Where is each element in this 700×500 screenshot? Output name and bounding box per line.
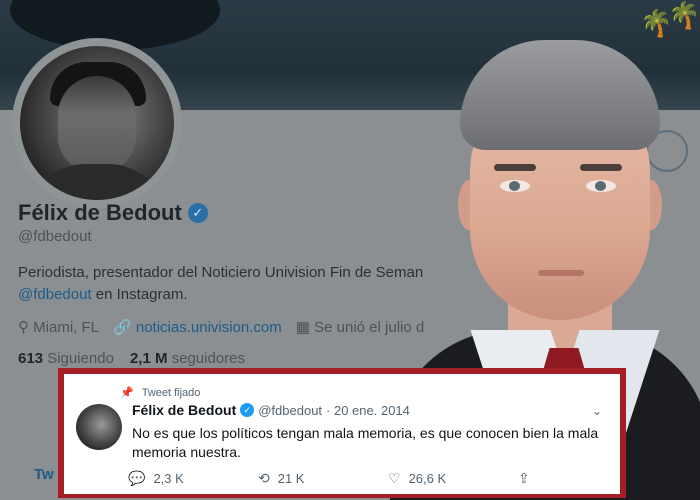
following-count: 613 (18, 350, 44, 367)
presenter-mouth (538, 270, 584, 276)
tweet-author-name[interactable]: Félix de Bedout (132, 402, 236, 418)
reply-button[interactable]: 💬 2,3 K (128, 470, 258, 487)
like-button[interactable]: ♡ 26,6 K (388, 470, 518, 487)
bio-suffix: en Instagram. (91, 286, 188, 303)
share-icon: ⇪ (518, 470, 530, 486)
palm-tree-icon: 🌴 (668, 0, 700, 30)
location-pin-icon: ⚲ (18, 319, 29, 336)
avatar-face (58, 76, 136, 172)
heart-icon: ♡ (388, 470, 401, 486)
followers-label: seguidores (171, 350, 246, 367)
avatar-body (26, 164, 168, 200)
profile-meta: ⚲ Miami, FL 🔗 noticias.univision.com ▦ S… (18, 318, 424, 336)
website-item[interactable]: 🔗 noticias.univision.com (113, 318, 282, 336)
retweet-button[interactable]: ⟲ 21 K (258, 470, 388, 487)
verified-badge-icon: ✓ (240, 403, 255, 417)
profile-name-row: Félix de Bedout ✓ (18, 200, 208, 226)
tweet-actions: 💬 2,3 K ⟲ 21 K ♡ 26,6 K ⇪ (128, 470, 648, 487)
chevron-down-icon[interactable]: ⌄ (592, 404, 602, 418)
reply-count: 2,3 K (153, 471, 184, 486)
pinned-tweet-card[interactable]: 📌 Tweet fijado Félix de Bedout ✓ @fdbedo… (58, 368, 626, 498)
presenter-eye-right (586, 180, 616, 192)
calendar-icon: ▦ (295, 319, 310, 336)
presenter-brow-right (580, 164, 622, 171)
following-label: Siguiendo (47, 350, 114, 367)
tweet-header: Félix de Bedout ✓ @fdbedout · 20 ene. 20… (132, 402, 410, 418)
profile-handle: @fdbedout (18, 228, 92, 245)
profile-avatar[interactable] (20, 46, 174, 200)
profile-bio: Periodista, presentador del Noticiero Un… (18, 262, 488, 306)
reply-icon: 💬 (128, 470, 146, 486)
following-stat[interactable]: 613 Siguiendo (18, 350, 114, 367)
profile-name: Félix de Bedout (18, 200, 182, 225)
location-text: Miami, FL (33, 319, 100, 336)
location-item: ⚲ Miami, FL (18, 318, 99, 336)
pinned-label: Tweet fijado (141, 386, 201, 399)
pin-icon: 📌 (120, 387, 134, 399)
share-button[interactable]: ⇪ (518, 470, 648, 487)
retweet-icon: ⟲ (258, 470, 270, 486)
tweet-author-handle[interactable]: @fdbedout (258, 403, 322, 418)
tweet-date[interactable]: · 20 ene. 2014 (326, 403, 410, 418)
presenter-hair (460, 40, 660, 150)
pinned-tweet[interactable]: 📌 Tweet fijado Félix de Bedout ✓ @fdbedo… (64, 374, 620, 494)
bio-line-1: Periodista, presentador del Noticiero Un… (18, 264, 424, 281)
bio-instagram-link[interactable]: @fdbedout (18, 286, 92, 303)
tweet-avatar[interactable] (76, 404, 122, 450)
joined-item: ▦ Se unió el julio d (296, 318, 424, 336)
followers-stat[interactable]: 2,1 M seguidores (130, 350, 245, 367)
profile-stats: 613 Siguiendo 2,1 M seguidores (18, 350, 245, 367)
retweet-count: 21 K (277, 471, 305, 486)
tab-tweets[interactable]: Tw (34, 466, 54, 483)
followers-count: 2,1 M (129, 350, 168, 367)
bio-line-2: @fdbedout en Instagram. (18, 284, 488, 306)
tweet-text: No es que los políticos tengan mala memo… (132, 425, 599, 460)
website-link[interactable]: noticias.univision.com (136, 319, 282, 336)
presenter-brow-left (494, 164, 536, 171)
pinned-label-row: 📌 Tweet fijado (120, 386, 201, 400)
verified-badge-icon: ✓ (187, 203, 208, 223)
presenter-eye-left (500, 180, 530, 192)
link-icon: 🔗 (113, 319, 132, 336)
joined-text: Se unió el julio d (314, 319, 425, 336)
like-count: 26,6 K (408, 471, 447, 486)
